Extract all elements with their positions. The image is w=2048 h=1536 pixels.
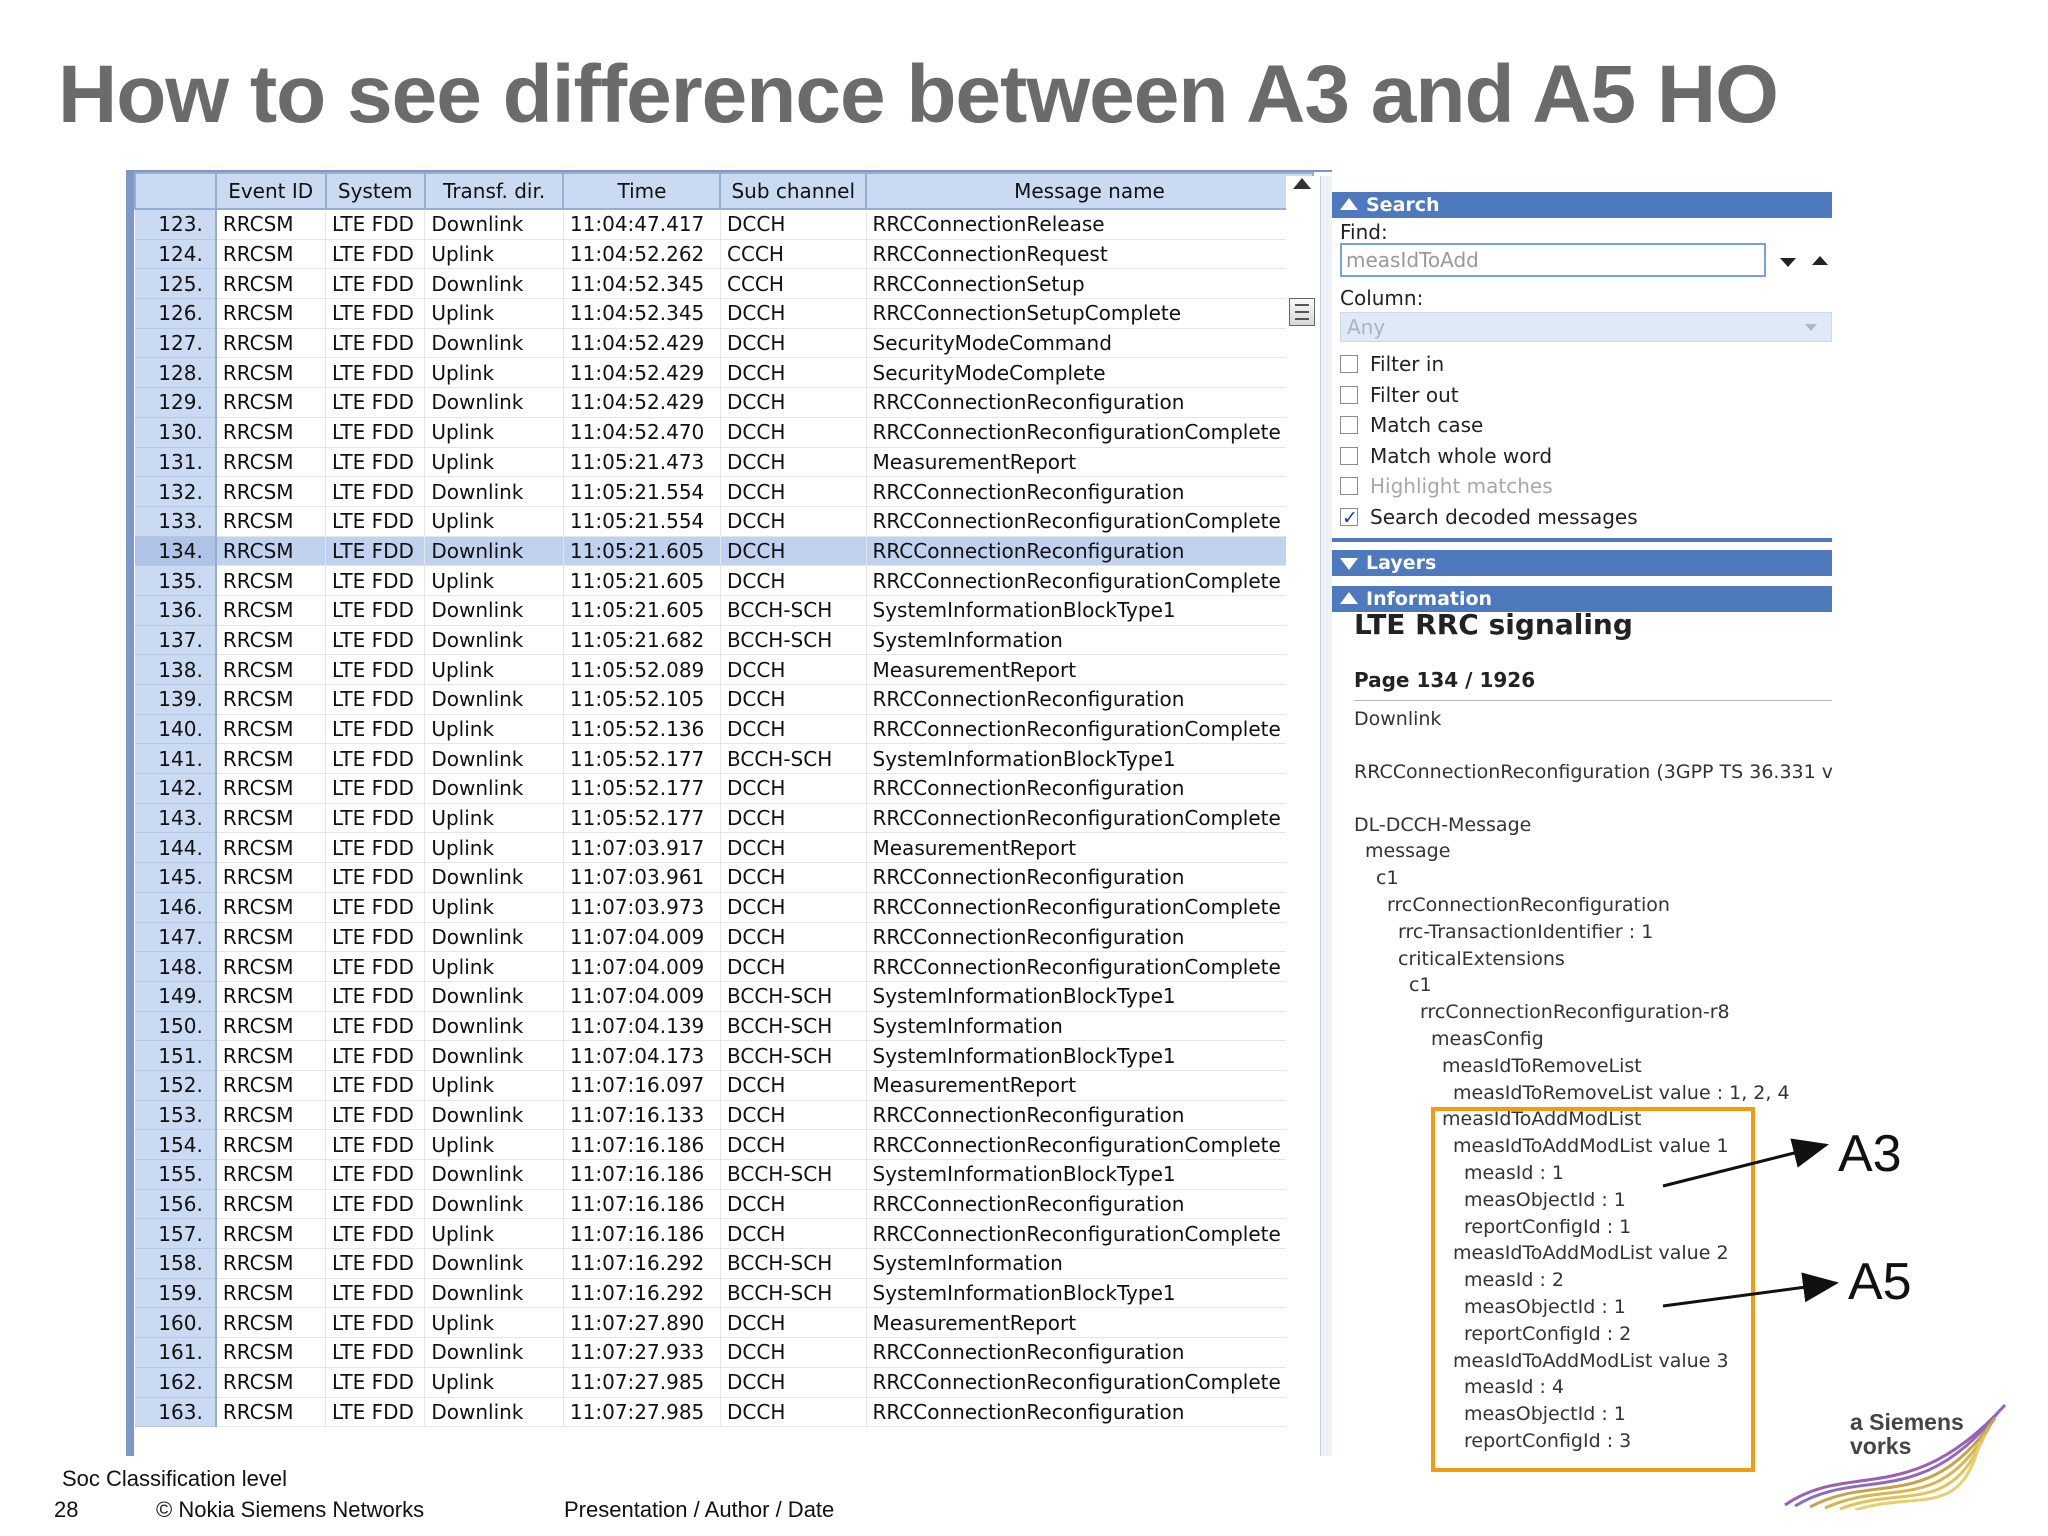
callout-a3: A3: [1838, 1125, 1902, 1183]
logo-line: a Siemens: [1850, 1409, 1964, 1435]
logo-text: a Siemens vorks: [1850, 1410, 1964, 1458]
footer-page-number: 28: [54, 1497, 79, 1522]
callout-arrows: [1662, 1138, 1839, 1308]
arrow-icon: [1662, 1138, 1829, 1188]
logo-line: vorks: [1850, 1433, 1912, 1459]
footer-classification: Soc Classification level: [62, 1466, 287, 1491]
arrow-icon: [1662, 1272, 1839, 1308]
footer-copyright: © Nokia Siemens Networks: [156, 1497, 425, 1522]
footer-meta: Presentation / Author / Date: [564, 1497, 835, 1522]
callout-a5: A5: [1848, 1253, 1912, 1311]
